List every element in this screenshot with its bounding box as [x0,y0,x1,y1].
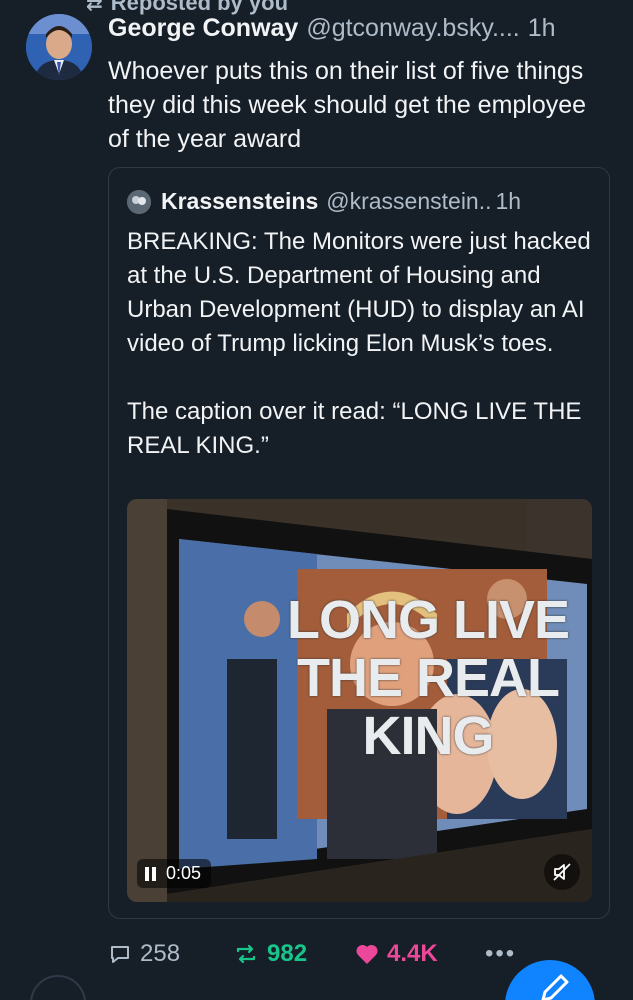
author-avatar[interactable] [26,14,92,80]
overlay-line-2: THE REAL [297,648,560,708]
quoted-post-text: BREAKING: The Monitors were just hacked … [127,225,597,463]
heart-icon [356,944,378,964]
video-time: 0:05 [166,863,202,883]
post-header: George Conway @gtconway.bsky.... 1h [108,14,613,43]
overlay-line-3: KING [362,706,495,766]
quoted-author-avatar [127,189,151,214]
next-post-avatar[interactable] [30,975,86,1000]
post-text: Whoever puts this on their list of five … [108,57,587,153]
pause-icon[interactable] [145,866,156,881]
like-count: 4.4K [387,940,438,967]
quoted-post-card[interactable]: Krassensteins @krassenstein.. 1h BREAKIN… [108,167,610,919]
mute-icon [553,863,571,881]
video-overlay-caption: LONG LIVE THE REAL KING [287,590,570,766]
repost-button[interactable]: 982 [233,940,355,968]
reply-button[interactable]: 258 [108,940,233,968]
quoted-post-header: Krassensteins @krassenstein.. 1h [127,188,595,215]
author-name[interactable]: George Conway [108,14,298,43]
post-timestamp[interactable]: 1h [528,14,556,43]
quoted-timestamp[interactable]: 1h [496,188,522,215]
video-controls: 0:05 [137,859,212,888]
video-player[interactable]: LONG LIVE THE REAL KING 0:05 [127,499,592,902]
author-avatar-image [26,14,92,80]
repost-small-icon: ⇄ [86,0,103,15]
quoted-author-handle[interactable]: @krassenstein.. [326,188,491,215]
repost-count: 982 [267,940,308,967]
compose-icon [541,974,569,1000]
quoted-paragraph-1: BREAKING: The Monitors were just hacked … [127,228,591,357]
reply-icon [111,946,129,963]
post-actions: 258 982 4.4K ••• [108,934,528,974]
compose-button[interactable] [505,960,595,1000]
quoted-paragraph-2: The caption over it read: “LONG LIVE THE… [127,398,582,459]
quoted-author-avatar-image [127,189,151,214]
overlay-line-1: LONG LIVE [287,590,570,650]
repost-icon [236,944,256,964]
mute-button[interactable] [544,854,580,890]
feed-page: ⇄ Reposted by you George Conway @gtconwa… [0,0,633,1000]
quoted-author-name[interactable]: Krassensteins [161,188,318,215]
like-button[interactable]: 4.4K [355,940,485,968]
reply-count: 258 [140,940,181,967]
author-handle[interactable]: @gtconway.bsky.... [306,14,519,43]
